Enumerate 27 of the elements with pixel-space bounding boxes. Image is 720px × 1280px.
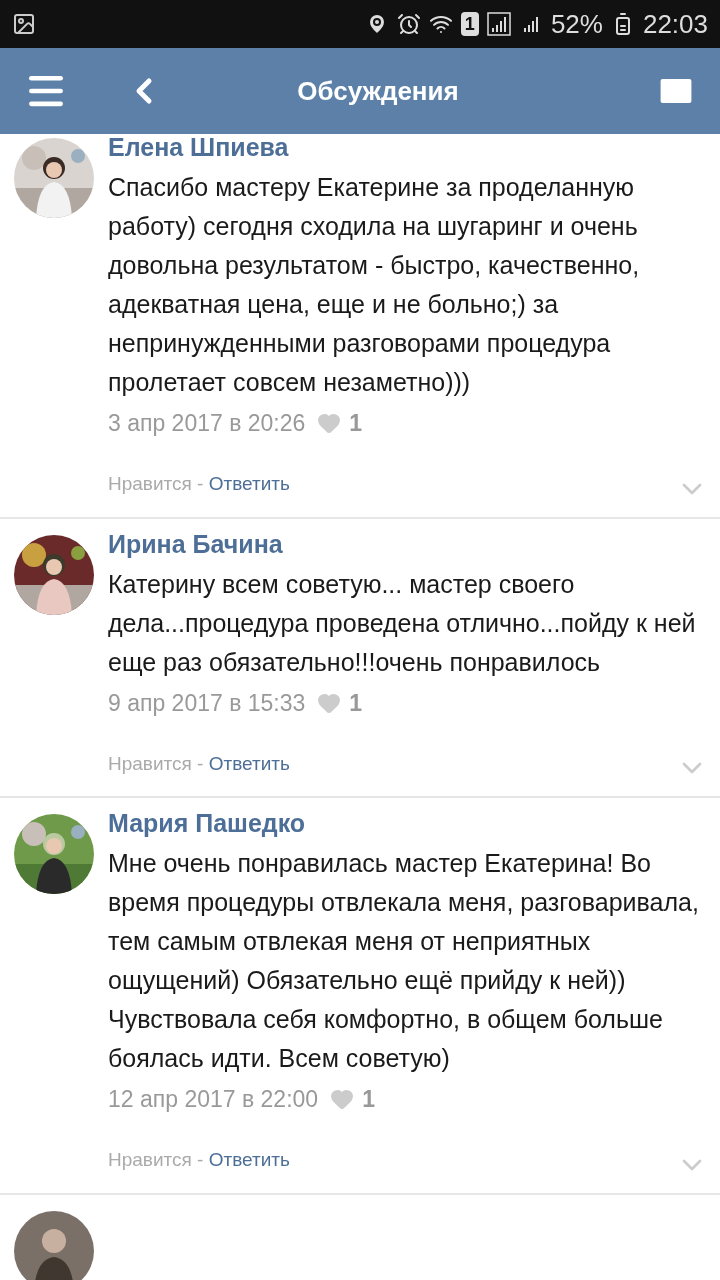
reply-link[interactable]: Ответить	[208, 470, 290, 499]
comment-date: 9 апр 2017 в 15:33	[108, 688, 306, 718]
header-title: Обсуждения	[296, 74, 460, 108]
separator: -	[196, 751, 205, 776]
comment-text: Спасибо мастеру Екатерине за проделанную работу) сегодня сходила на шугаринг и очень довольна результатом - быстро, качественно, адекватная цена, еще и не больно;) за непринужденными разговорами процедура пролетает совсем незаметно)))	[108, 172, 641, 398]
image-icon	[12, 12, 36, 36]
reply-link[interactable]: Ответить	[208, 749, 290, 779]
like-count: 1	[349, 409, 363, 438]
comment-text: Катерину всем советую... мастер своего дела...процедура проведена отлично...пойду к ней еще раз обязательно!!!очень понравилось	[108, 568, 697, 678]
like-count: 1	[349, 688, 363, 718]
author-name[interactable]: Ирина Бачина	[108, 530, 708, 557]
heart-icon[interactable]	[317, 411, 342, 436]
comment-text: Мне очень понравилась мастер Екатерина! Во время процедуры отвлекала меня, разговаривала, тем самым отвлекая меня от неприятных ощущений) Обязательно ещё прийду к ней)) Чувствовала себя комфортно, в общем больше боялась идти. Всем советую)	[108, 848, 700, 1074]
author-name[interactable]: Елена Шпиева	[108, 134, 708, 160]
sim-badge: 1	[460, 12, 479, 36]
comment-date: 12 апр 2017 в 22:00	[108, 1085, 319, 1114]
heart-icon[interactable]	[330, 1087, 355, 1112]
comment-date: 3 апр 2017 в 20:26	[108, 409, 306, 438]
like-count: 1	[362, 1085, 375, 1114]
separator: -	[196, 472, 205, 497]
clock: 22:03	[642, 7, 708, 41]
battery-percent: 52%	[550, 7, 603, 41]
separator: -	[196, 1148, 205, 1173]
alarm-icon	[396, 12, 421, 36]
signal-icon	[486, 12, 511, 36]
reply-link[interactable]: Ответить	[208, 1146, 290, 1175]
author-name[interactable]: Мария Пашедко	[108, 810, 708, 836]
